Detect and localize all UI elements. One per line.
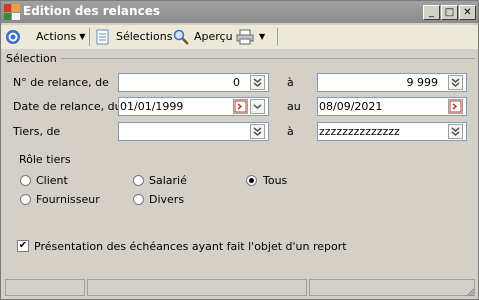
group-divider	[61, 58, 475, 59]
checkmark-icon: ✔	[18, 240, 28, 251]
radio-client[interactable]	[20, 175, 31, 186]
role-tiers-label: Rôle tiers	[19, 153, 71, 166]
tiers-to-value: zzzzzzzzzzzzzz	[319, 125, 400, 138]
apercu-button[interactable]: Aperçu	[173, 29, 233, 45]
chevron-down-icon: ▼	[259, 32, 266, 41]
date-from-value: 01/01/1999	[120, 100, 184, 113]
toolbar: Actions ▼ Sélections Aperçu ▼	[1, 25, 478, 49]
date-to-value: 08/09/2021	[319, 100, 383, 113]
relance-number-to-value: 9 999	[406, 76, 439, 89]
double-chevron-down-icon[interactable]	[448, 124, 463, 139]
target-icon[interactable]	[5, 29, 21, 45]
title-bar[interactable]: Edition des relances _ □ ✕	[1, 1, 478, 23]
radio-salarie[interactable]	[133, 175, 144, 186]
radio-divers[interactable]	[133, 194, 144, 205]
magnifier-icon	[173, 29, 189, 45]
radio-tous-label: Tous	[263, 174, 288, 187]
minimize-button[interactable]: _	[423, 5, 440, 20]
double-chevron-down-icon[interactable]	[250, 124, 265, 139]
tiers-to-input[interactable]: zzzzzzzzzzzzzz	[317, 122, 467, 141]
radio-client-label: Client	[36, 174, 68, 187]
radio-divers-label: Divers	[149, 193, 185, 206]
minimize-icon: _	[429, 7, 434, 18]
radio-tous[interactable]	[246, 175, 257, 186]
relance-number-to-input[interactable]: 9 999	[317, 73, 467, 92]
radio-salarie-label: Salarié	[149, 174, 187, 187]
au-label: au	[287, 100, 301, 113]
window-title: Edition des relances	[23, 4, 160, 18]
actions-label: Actions	[36, 30, 77, 43]
print-button[interactable]: ▼	[236, 29, 265, 45]
apercu-label: Aperçu	[194, 30, 233, 43]
toolbar-separator	[89, 28, 90, 46]
status-panel	[5, 279, 85, 296]
close-icon: ✕	[463, 7, 472, 18]
relance-number-label: N° de relance, de	[13, 76, 109, 89]
radio-fournisseur[interactable]	[20, 194, 31, 205]
tiers-label: Tiers, de	[13, 125, 61, 138]
radio-fournisseur-label: Fournisseur	[36, 193, 100, 206]
selections-button[interactable]: Sélections	[96, 29, 172, 45]
report-checkbox[interactable]: ✔	[17, 240, 29, 252]
selections-label: Sélections	[116, 30, 173, 43]
maximize-button[interactable]: □	[441, 5, 458, 20]
to-label: à	[287, 125, 294, 138]
double-chevron-down-icon[interactable]	[250, 75, 265, 90]
selection-group-label: Sélection	[6, 52, 57, 65]
to-label: à	[287, 76, 294, 89]
maximize-icon: □	[444, 7, 455, 18]
status-panel	[87, 279, 307, 296]
date-relance-label: Date de relance, du	[13, 100, 122, 113]
double-chevron-down-icon[interactable]	[448, 75, 463, 90]
edition-relances-window: Edition des relances _ □ ✕ Actions ▼ Sél…	[0, 0, 479, 300]
printer-icon	[236, 29, 254, 45]
calendar-icon[interactable]	[448, 99, 463, 114]
date-to-input[interactable]: 08/09/2021	[317, 97, 467, 116]
close-button[interactable]: ✕	[459, 5, 476, 20]
calendar-icon[interactable]	[233, 99, 248, 114]
relance-number-from-input[interactable]: 0	[118, 73, 269, 92]
chevron-down-icon: ▼	[79, 32, 86, 41]
tiers-from-input[interactable]	[118, 122, 269, 141]
status-bar	[1, 277, 478, 299]
toolbar-separator	[277, 28, 278, 46]
relance-number-from-value: 0	[233, 76, 240, 89]
date-from-input[interactable]: 01/01/1999	[118, 97, 269, 116]
document-icon	[96, 29, 109, 45]
actions-menu[interactable]: Actions ▼	[36, 29, 85, 45]
report-checkbox-label: Présentation des échéances ayant fait l'…	[34, 240, 347, 253]
chevron-down-icon[interactable]	[250, 99, 265, 114]
app-icon	[4, 4, 20, 20]
status-panel	[309, 279, 475, 296]
resize-grip-icon[interactable]	[465, 287, 475, 297]
